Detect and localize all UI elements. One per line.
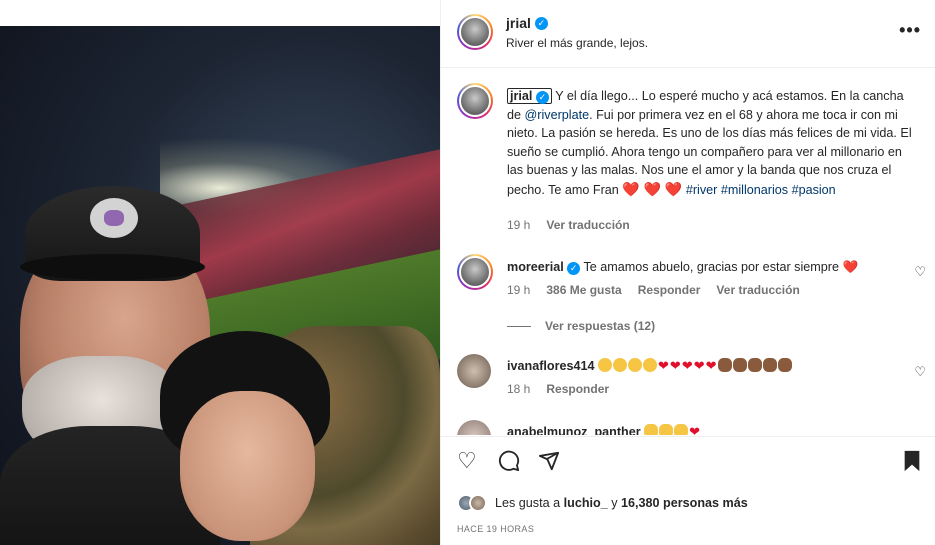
likes-summary[interactable]: Les gusta a luchio_ y 16,380 personas má…: [457, 494, 748, 512]
clap-hands-icon: [762, 358, 777, 372]
verified-badge-icon: ✓: [534, 16, 548, 30]
heart-icon: ❤: [705, 358, 717, 373]
clap-hands-icon: [717, 358, 732, 372]
clap-hands-icon: [674, 424, 689, 435]
post-photo[interactable]: [0, 26, 440, 545]
post-media: [0, 0, 440, 545]
comment-like-icon[interactable]: ♡: [914, 364, 926, 380]
clap-hands-icon: [777, 358, 792, 372]
likes-count[interactable]: 16,380 personas más: [621, 496, 748, 510]
comment-meta: 18 h Responder: [507, 382, 609, 396]
comment-text: anabelmunoz_panther ❤: [507, 424, 701, 435]
mention-link[interactable]: @riverplate: [525, 108, 590, 122]
comment-time: 19 h: [507, 283, 531, 297]
post-actions: ♡ Les gusta a luchio_ y 16,380 personas …: [441, 436, 935, 545]
comment-reply-button[interactable]: Responder: [638, 283, 701, 297]
heart-icon: ❤: [669, 358, 681, 373]
heart-icon: ❤: [658, 358, 669, 373]
clap-hands-icon: [659, 424, 674, 435]
view-replies-button[interactable]: Ver respuestas (12): [507, 319, 655, 333]
comment-body: Te amamos abuelo, gracias por estar siem…: [583, 260, 859, 274]
caption-username[interactable]: jrial ✓: [507, 88, 552, 104]
comment-likes-count[interactable]: 386 Me gusta: [546, 283, 621, 297]
author-avatar[interactable]: [457, 14, 493, 50]
liker-avatar: [469, 494, 487, 512]
likes-user[interactable]: luchio_: [564, 496, 608, 510]
comment-reply-button[interactable]: Responder: [546, 382, 609, 396]
post-location[interactable]: River el más grande, lejos.: [506, 36, 648, 50]
comment-emoji-row: ❤❤❤❤❤: [598, 358, 793, 373]
kiss-face-icon: [628, 358, 643, 372]
commenter-avatar[interactable]: [457, 254, 493, 290]
commenter-avatar[interactable]: [457, 420, 491, 435]
comment-username[interactable]: anabelmunoz_panther: [507, 425, 641, 435]
share-icon[interactable]: [538, 450, 560, 476]
likes-text: Les gusta a luchio_ y 16,380 personas má…: [495, 496, 748, 510]
hashtag-river[interactable]: #river: [686, 183, 718, 197]
caption-meta: 19 h Ver traducción: [507, 218, 630, 232]
instagram-post-modal: jrial ✓ River el más grande, lejos. ••• …: [0, 0, 935, 545]
comment-translate-link[interactable]: Ver traducción: [716, 283, 799, 297]
verified-badge-icon: ✓: [535, 91, 549, 104]
author-username[interactable]: jrial: [506, 15, 531, 31]
cap-logo: [90, 198, 138, 238]
comment-username[interactable]: ivanaflores414: [507, 359, 595, 373]
view-replies-label: Ver respuestas (12): [545, 319, 656, 333]
hashtag-millonarios[interactable]: #millonarios: [721, 183, 788, 197]
post-timestamp[interactable]: HACE 19 HORAS: [457, 524, 534, 534]
comment-meta: 19 h 386 Me gusta Responder Ver traducci…: [507, 283, 800, 297]
comment-icon[interactable]: [498, 450, 520, 476]
clap-hands-icon: [732, 358, 747, 372]
caption-translate-link[interactable]: Ver traducción: [546, 218, 629, 232]
post-sidebar: jrial ✓ River el más grande, lejos. ••• …: [440, 0, 935, 545]
commenter-avatar[interactable]: [457, 354, 491, 388]
heart-icon: ❤: [689, 424, 701, 435]
cap-brim: [20, 254, 205, 280]
more-options-icon[interactable]: •••: [899, 20, 921, 41]
kiss-face-icon: [613, 358, 628, 372]
replies-divider: [507, 325, 531, 327]
comment-text: moreerial ✓ Te amamos abuelo, gracias po…: [507, 260, 858, 275]
heart-icon: ❤: [681, 358, 693, 373]
author-name-row: jrial ✓: [506, 15, 548, 31]
heart-icon: ❤: [693, 358, 705, 373]
comment-like-icon[interactable]: ♡: [914, 264, 926, 280]
clap-hands-icon: [747, 358, 762, 372]
comment-text: ivanaflores414 ❤❤❤❤❤: [507, 358, 793, 374]
kiss-face-icon: [598, 358, 613, 372]
comments-section[interactable]: jrial ✓ Y el día llego... Lo esperé much…: [441, 69, 935, 435]
caption-avatar[interactable]: [457, 83, 493, 119]
likes-middle: y: [607, 496, 622, 510]
post-header: jrial ✓ River el más grande, lejos. •••: [441, 0, 935, 68]
likes-prefix: Les gusta a: [495, 496, 564, 510]
comment-username[interactable]: moreerial: [507, 260, 564, 274]
like-icon[interactable]: ♡: [457, 450, 477, 472]
bookmark-icon[interactable]: [902, 450, 922, 476]
caption-time: 19 h: [507, 218, 531, 232]
comment-time: 18 h: [507, 382, 531, 396]
kid-face: [180, 391, 315, 541]
caption-hearts: ❤️ ❤️ ❤️: [622, 180, 683, 197]
kiss-face-icon: [643, 358, 658, 372]
caption-text: jrial ✓ Y el día llego... Lo esperé much…: [507, 87, 917, 200]
hashtag-pasion[interactable]: #pasion: [792, 183, 836, 197]
verified-badge-icon: ✓: [567, 262, 581, 275]
clap-hands-icon: [644, 424, 659, 435]
